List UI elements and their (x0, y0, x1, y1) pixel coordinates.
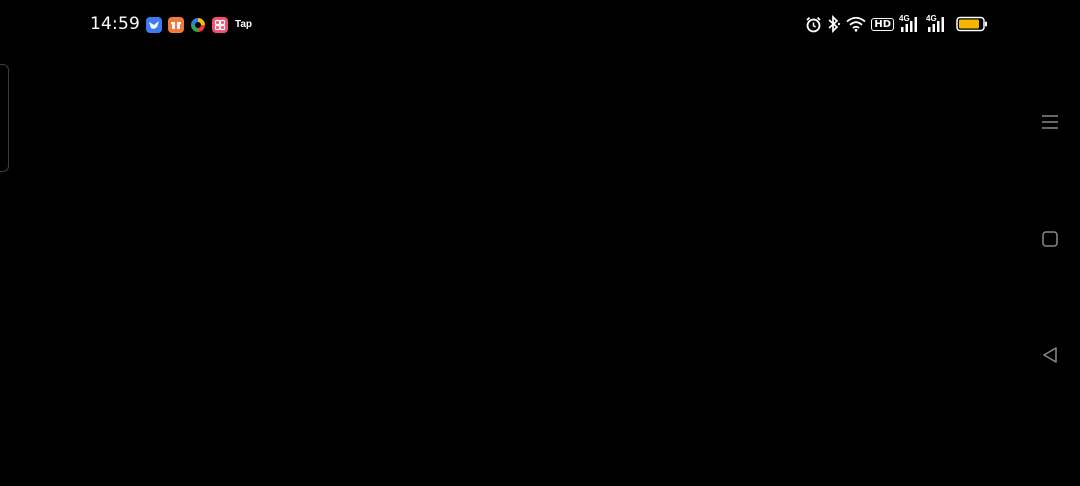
back-button[interactable] (1040, 345, 1060, 365)
hd-icon: HD (871, 17, 894, 31)
bird-app-icon (146, 16, 162, 33)
navigation-bar (1020, 60, 1080, 420)
status-bar: 14:59 Tap HD 4G 4G (0, 0, 1080, 48)
battery-icon (956, 16, 988, 32)
square-grid-app-icon (212, 16, 228, 33)
colorful-ring-app-icon (190, 17, 206, 33)
hd-label: HD (871, 17, 894, 31)
screen: 14:59 Tap HD 4G 4G (0, 0, 1080, 486)
menu-icon (1042, 115, 1058, 129)
triangle-back-icon (1043, 347, 1057, 363)
recent-apps-button[interactable] (1040, 112, 1060, 132)
bluetooth-icon (827, 15, 841, 33)
system-status-icons: HD 4G 4G (805, 14, 988, 34)
wifi-icon (846, 16, 866, 32)
tap-app-label: Tap (235, 19, 253, 30)
gift-box-app-icon (168, 16, 184, 33)
home-button[interactable] (1040, 229, 1060, 249)
signal-4g-icon: 4G (926, 15, 948, 33)
alarm-icon (805, 16, 822, 33)
signal-4g-icon: 4G (899, 15, 921, 33)
side-panel-handle[interactable] (0, 64, 9, 172)
square-home-icon (1042, 231, 1058, 247)
notification-icons: Tap (146, 16, 252, 33)
status-time: 14:59 (90, 14, 140, 34)
